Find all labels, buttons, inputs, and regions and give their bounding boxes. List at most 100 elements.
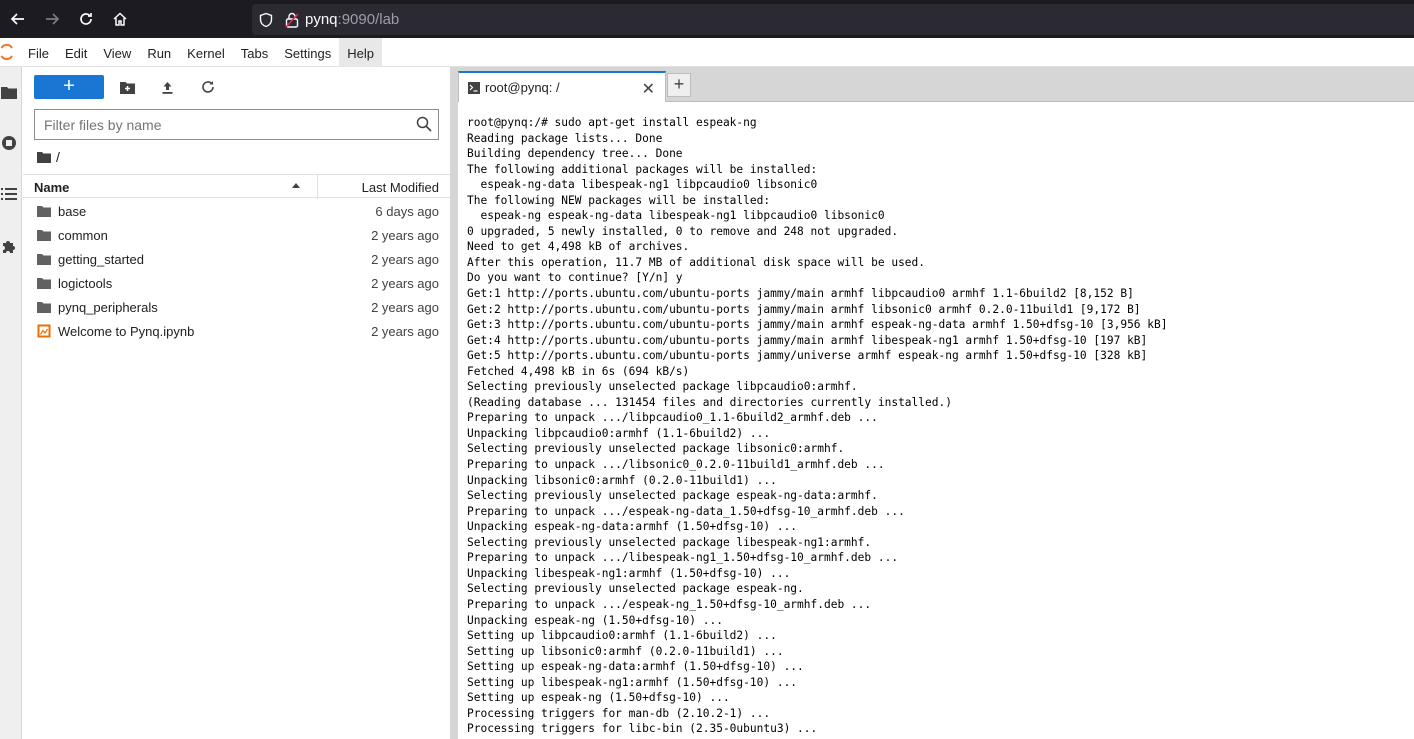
file-list: base 6 days ago common 2 years ago getti… [23, 199, 450, 343]
search-icon [416, 116, 432, 132]
file-name: Welcome to Pynq.ipynb [58, 324, 195, 339]
terminal-line: Preparing to unpack .../espeak-ng_1.50+d… [467, 597, 872, 611]
sidebar-tab-files[interactable] [0, 83, 18, 101]
add-tab-button[interactable]: + [667, 73, 691, 97]
menu-view[interactable]: View [95, 38, 139, 67]
file-modified: 2 years ago [371, 228, 439, 243]
terminal-line: (Reading database ... 131454 files and d… [467, 395, 952, 409]
menu-file[interactable]: File [20, 38, 57, 67]
file-row[interactable]: common 2 years ago [23, 223, 450, 247]
terminal-line: Setting up espeak-ng-data:armhf (1.50+df… [467, 660, 804, 674]
terminal-line: Selecting previously unselected package … [467, 442, 845, 456]
url-host: pynq [305, 11, 338, 28]
file-name: base [58, 204, 87, 219]
back-arrow-icon [10, 13, 24, 25]
breadcrumb-path[interactable]: / [56, 149, 60, 165]
menu-settings[interactable]: Settings [276, 38, 339, 67]
menu-run[interactable]: Run [139, 38, 179, 67]
home-button[interactable] [104, 3, 136, 35]
terminal-line: Selecting previously unselected package … [467, 489, 878, 503]
terminal-line: 0 upgraded, 5 newly installed, 0 to remo… [467, 224, 899, 238]
main-tab-bar: root@pynq: / ✕ + [458, 67, 1414, 102]
forward-arrow-icon [46, 13, 60, 25]
terminal-line: Get:5 http://ports.ubuntu.com/ubuntu-por… [467, 349, 1148, 363]
refresh-icon [202, 81, 214, 93]
folder-icon [37, 278, 51, 289]
terminal-line: Get:1 http://ports.ubuntu.com/ubuntu-por… [467, 287, 1134, 301]
new-folder-button[interactable] [119, 79, 135, 95]
terminal-output[interactable]: root@pynq:/# sudo apt-get install espeak… [458, 103, 1414, 739]
reload-button[interactable] [70, 3, 102, 35]
terminal-line: Get:3 http://ports.ubuntu.com/ubuntu-por… [467, 318, 1168, 332]
address-bar[interactable]: pynq:9090/lab [252, 4, 1414, 35]
terminal-line: Preparing to unpack .../libpcaudio0_1.1-… [467, 411, 878, 425]
file-browser-toolbar: + [34, 75, 104, 99]
folder-icon [37, 254, 51, 265]
close-tab-icon[interactable]: ✕ [642, 79, 655, 99]
file-modified: 2 years ago [371, 324, 439, 339]
terminal-line: Unpacking espeak-ng-data:armhf (1.50+dfs… [467, 520, 798, 534]
file-row[interactable]: base 6 days ago [23, 199, 450, 223]
insecure-lock-icon [285, 12, 299, 28]
upload-button[interactable] [159, 79, 175, 95]
tab-terminal[interactable]: root@pynq: / ✕ [458, 71, 666, 102]
terminal-line: Building dependency tree... Done [467, 147, 683, 161]
terminal-line: espeak-ng espeak-ng-data libespeak-ng1 l… [467, 209, 885, 223]
file-modified: 2 years ago [371, 300, 439, 315]
sort-ascending-icon [292, 183, 300, 188]
terminal-line: Get:2 http://ports.ubuntu.com/ubuntu-por… [467, 302, 1141, 316]
left-sidebar-tabs [0, 67, 22, 739]
list-icon [1, 188, 17, 200]
terminal-line: Fetched 4,498 kB in 6s (694 kB/s) [467, 364, 690, 378]
refresh-button[interactable] [200, 79, 216, 95]
main-dock-area: root@pynq: / ✕ + root@pynq:/# sudo apt-g… [458, 67, 1414, 739]
file-modified: 6 days ago [375, 204, 439, 219]
file-row[interactable]: Welcome to Pynq.ipynb 2 years ago [23, 319, 450, 343]
file-filter-input[interactable] [35, 110, 405, 139]
upload-icon [162, 81, 172, 94]
reload-icon [80, 13, 92, 25]
column-header-last-modified[interactable]: Last Modified [362, 180, 439, 195]
new-launcher-button[interactable]: + [34, 75, 104, 99]
menu-tabs[interactable]: Tabs [233, 38, 276, 67]
menu-edit[interactable]: Edit [57, 38, 95, 67]
terminal-line: The following additional packages will b… [467, 162, 818, 176]
terminal-line: Processing triggers for man-db (2.10.2-1… [467, 706, 771, 720]
terminal-line: The following NEW packages will be insta… [467, 193, 771, 207]
terminal-line: root@pynq:/# sudo apt-get install espeak… [467, 116, 757, 129]
terminal-line: Preparing to unpack .../libsonic0_0.2.0-… [467, 458, 885, 472]
back-button[interactable] [2, 3, 34, 35]
root-folder-icon[interactable] [37, 151, 51, 163]
file-modified: 2 years ago [371, 252, 439, 267]
terminal-line: Setting up libpcaudio0:armhf (1.1-6build… [467, 629, 777, 643]
terminal-line: Unpacking libsonic0:armhf (0.2.0-11build… [467, 473, 777, 487]
column-header-name[interactable]: Name [34, 180, 69, 195]
terminal-line: Get:4 http://ports.ubuntu.com/ubuntu-por… [467, 333, 1148, 347]
sidebar-tab-running[interactable] [0, 134, 18, 152]
menu-kernel[interactable]: Kernel [179, 38, 233, 67]
menu-help[interactable]: Help [339, 37, 382, 67]
sidebar-tab-extensions[interactable] [0, 237, 18, 255]
puzzle-icon [3, 241, 15, 253]
terminal-line: Preparing to unpack .../espeak-ng-data_1… [467, 504, 905, 518]
folder-icon [37, 206, 51, 217]
panel-splitter[interactable] [450, 67, 458, 739]
file-name: common [58, 228, 108, 243]
terminal-line: Setting up espeak-ng (1.50+dfsg-10) ... [467, 691, 730, 705]
file-browser: + / Name Last Modified base 6 days ago c… [23, 67, 450, 739]
column-divider[interactable] [317, 175, 318, 199]
terminal-line: Unpacking espeak-ng (1.50+dfsg-10) ... [467, 613, 723, 627]
sidebar-tab-toc[interactable] [0, 185, 18, 203]
breadcrumb: / [37, 149, 60, 165]
file-name: logictools [58, 276, 113, 291]
file-row[interactable]: logictools 2 years ago [23, 271, 450, 295]
terminal-line: Do you want to continue? [Y/n] y [467, 271, 683, 285]
url-text: pynq:9090/lab [305, 11, 399, 28]
file-row[interactable]: pynq_peripherals 2 years ago [23, 295, 450, 319]
terminal-line: Need to get 4,498 kB of archives. [467, 240, 690, 254]
home-icon [113, 12, 127, 26]
folder-icon [37, 230, 51, 241]
file-row[interactable]: getting_started 2 years ago [23, 247, 450, 271]
shield-icon [259, 12, 273, 27]
forward-button[interactable] [36, 3, 68, 35]
